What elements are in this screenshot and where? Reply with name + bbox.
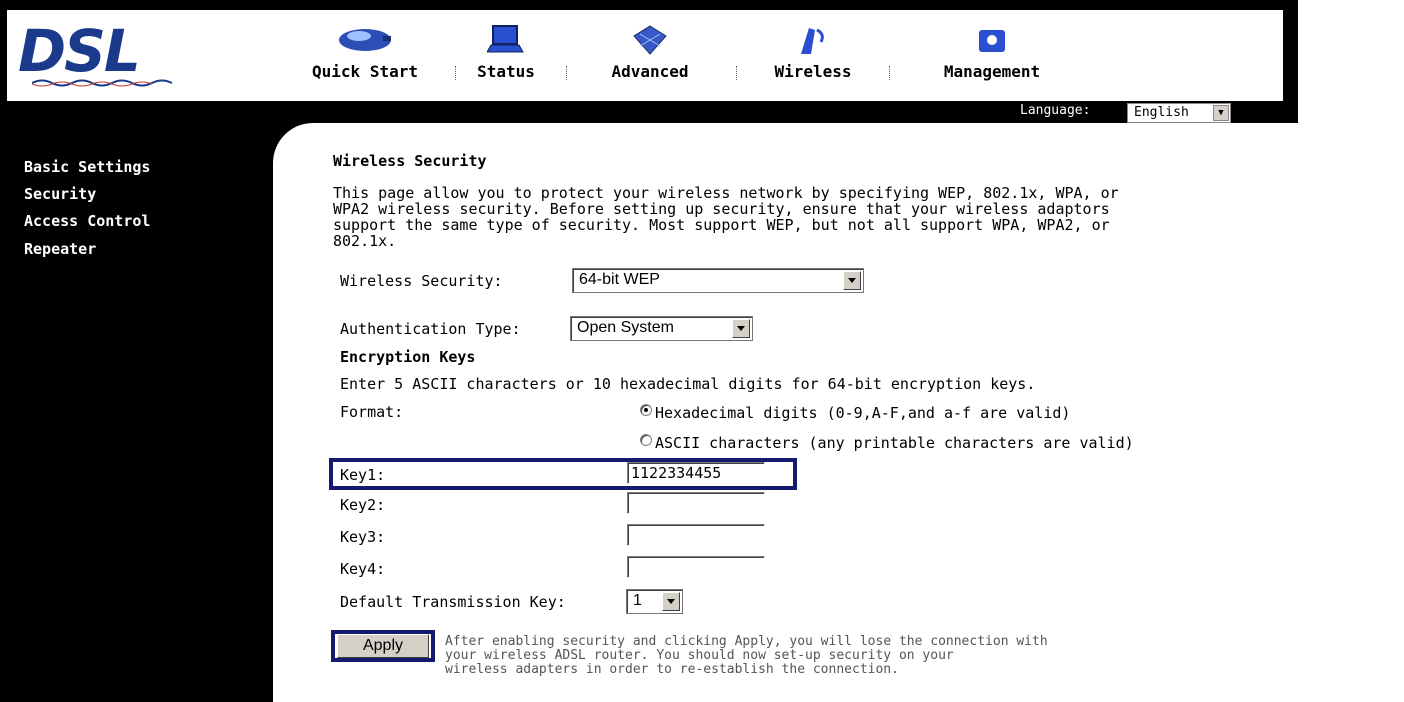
car-icon: [339, 29, 391, 51]
format-ascii-label: ASCII characters (any printable characte…: [655, 434, 1134, 452]
apply-note: After enabling security and clicking App…: [445, 635, 1205, 677]
nav-label-wireless: Wireless: [774, 62, 852, 81]
encryption-hint: Enter 5 ASCII characters or 10 hexadecim…: [340, 375, 1036, 393]
chip-icon: [633, 25, 667, 55]
logo-wave-icon: [32, 79, 172, 87]
manager-icon: [979, 30, 1005, 52]
sidebar-item-repeater[interactable]: Repeater: [24, 240, 96, 258]
language-value: English: [1134, 105, 1189, 120]
sidebar-item-security[interactable]: Security: [24, 185, 96, 203]
left-border: [0, 0, 7, 702]
right-margin: [1298, 0, 1404, 702]
chevron-down-icon[interactable]: ▼: [1213, 105, 1229, 121]
wireless-security-select[interactable]: 64-bit WEP: [572, 268, 864, 293]
nav-separator: [566, 66, 568, 80]
nav-label-management: Management: [943, 62, 1041, 81]
description-line: WPA2 wireless security. Before setting u…: [333, 200, 1110, 218]
format-ascii-radio[interactable]: [640, 434, 652, 446]
default-key-value: 1: [633, 592, 642, 609]
wireless-security-label: Wireless Security:: [340, 272, 503, 290]
description-line: 802.1x.: [333, 232, 397, 250]
wireless-security-value: 64-bit WEP: [579, 271, 660, 288]
key1-highlight: [329, 458, 797, 490]
nav-separator: [455, 66, 457, 80]
auth-type-value: Open System: [577, 319, 674, 336]
language-label: Language:: [1020, 103, 1091, 118]
key2-label: Key2:: [340, 496, 386, 514]
laptop-icon: [487, 25, 524, 53]
nav-separator: [736, 66, 738, 80]
description-line: This page allow you to protect your wire…: [333, 184, 1119, 202]
key4-input[interactable]: [627, 556, 765, 578]
nav-label-advanced: Advanced: [611, 62, 689, 81]
page-description: This page allow you to protect your wire…: [333, 185, 1293, 249]
default-key-select[interactable]: 1: [626, 589, 683, 614]
nav-separator: [889, 66, 891, 80]
key3-label: Key3:: [340, 528, 386, 546]
sidebar-item-access-control[interactable]: Access Control: [24, 212, 150, 230]
format-hex-radio[interactable]: [640, 404, 652, 416]
apply-note-line: wireless adapters in order to re-establi…: [445, 662, 899, 677]
auth-type-select[interactable]: Open System: [570, 316, 753, 341]
top-border: [0, 0, 1404, 10]
format-hex-label: Hexadecimal digits (0-9,A-F,and a-f are …: [655, 404, 1071, 422]
key3-input[interactable]: [627, 524, 765, 546]
chevron-down-icon[interactable]: [843, 271, 861, 290]
sidebar: [7, 123, 273, 702]
language-bar: [7, 101, 1298, 123]
language-select[interactable]: English ▼: [1127, 103, 1231, 123]
key4-label: Key4:: [340, 560, 386, 578]
default-key-label: Default Transmission Key:: [340, 593, 566, 611]
description-line: support the same type of security. Most …: [333, 216, 1110, 234]
nav-label-status: Status: [477, 62, 535, 81]
apply-button[interactable]: Apply: [337, 634, 429, 658]
key2-input[interactable]: [627, 492, 765, 514]
antenna-icon: [801, 28, 824, 54]
apply-note-line: your wireless ADSL router. You should no…: [445, 648, 954, 663]
chevron-down-icon[interactable]: [662, 592, 680, 611]
nav-status[interactable]: Status: [466, 14, 546, 86]
apply-note-line: After enabling security and clicking App…: [445, 634, 1048, 649]
nav-advanced[interactable]: Advanced: [590, 14, 710, 86]
nav-management[interactable]: Management: [917, 14, 1067, 86]
chevron-down-icon[interactable]: [732, 319, 750, 338]
page-title: Wireless Security: [333, 152, 487, 170]
auth-type-label: Authentication Type:: [340, 320, 521, 338]
nav-wireless[interactable]: Wireless: [757, 14, 869, 86]
format-label: Format:: [340, 403, 404, 421]
dsl-logo: DSL: [18, 22, 178, 92]
logo-text: DSL: [18, 17, 141, 85]
nav-quick-start[interactable]: Quick Start: [297, 14, 433, 86]
sidebar-item-basic-settings[interactable]: Basic Settings: [24, 158, 150, 176]
nav-label-quick-start: Quick Start: [312, 62, 418, 81]
encryption-keys-heading: Encryption Keys: [340, 348, 476, 366]
